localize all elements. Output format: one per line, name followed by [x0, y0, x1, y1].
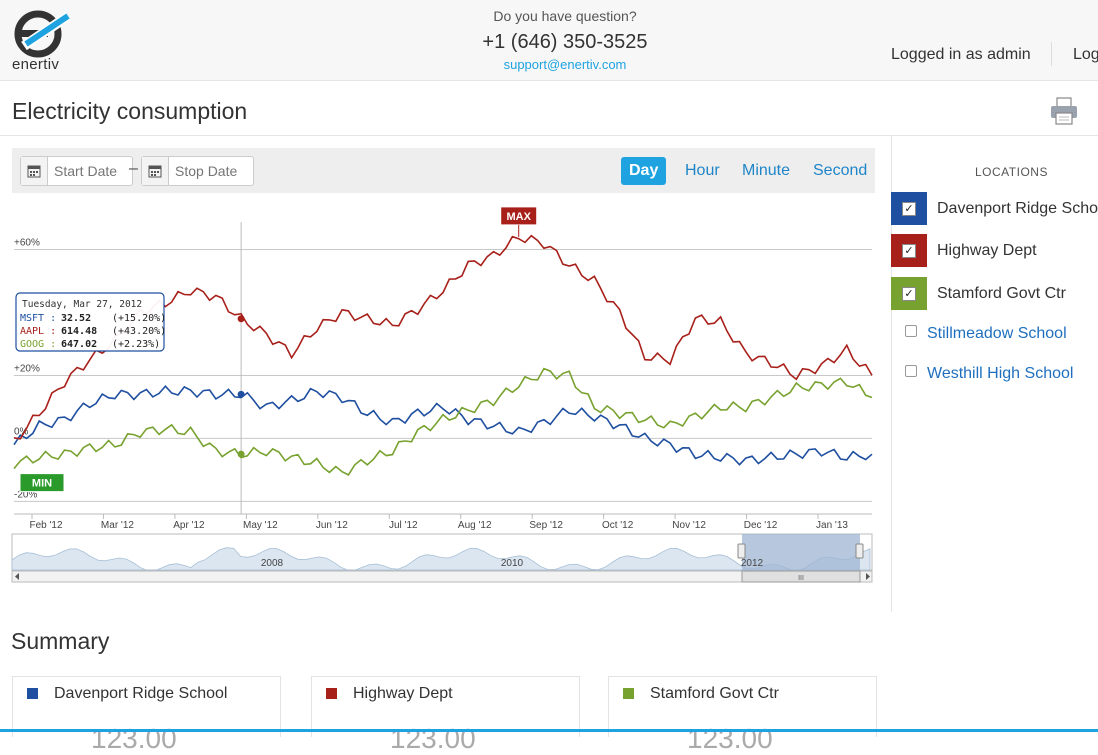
legend-square-icon: [27, 688, 38, 699]
min-flag-label: MIN: [32, 478, 52, 490]
location-stillmeadow-school[interactable]: Stillmeadow School: [905, 325, 1067, 343]
tooltip-series-value: 32.52: [61, 313, 91, 324]
location-highway-dept[interactable]: ✓ Highway Dept: [891, 234, 1098, 267]
x-tick-label: May '12: [243, 520, 278, 531]
x-tick-label: Oct '12: [602, 520, 634, 531]
checkbox-unchecked-icon[interactable]: [905, 365, 917, 377]
checkbox-checked-icon[interactable]: ✓: [902, 243, 916, 258]
x-tick-label: Nov '12: [672, 520, 706, 531]
location-label: Davenport Ridge School: [937, 200, 1098, 217]
print-icon[interactable]: [1049, 96, 1079, 126]
summary-card-name: Highway Dept: [353, 685, 453, 702]
checkbox-checked-icon[interactable]: ✓: [902, 286, 916, 301]
tooltip-series-name: MSFT :: [20, 313, 56, 324]
tooltip-date: Tuesday, Mar 27, 2012: [22, 299, 142, 310]
location-label: Highway Dept: [937, 242, 1037, 259]
support-email-link[interactable]: support@enertiv.com: [440, 57, 690, 72]
stop-date-picker[interactable]: [141, 156, 254, 186]
location-westhill-high-school[interactable]: Westhill High School: [905, 365, 1073, 383]
x-tick-label: Jun '12: [316, 520, 348, 531]
x-tick-label: Jul '12: [389, 520, 418, 531]
tab-hour[interactable]: Hour: [677, 157, 728, 185]
tab-day[interactable]: Day: [621, 157, 667, 185]
title-divider: [0, 135, 1098, 136]
series-hover-marker: [237, 315, 245, 323]
tooltip-series-change: (+43.20%): [112, 326, 166, 337]
support-phone[interactable]: +1 (646) 350-3525: [440, 31, 690, 54]
max-flag-label: MAX: [506, 211, 531, 223]
calendar-icon[interactable]: [21, 157, 48, 185]
legend-square-icon: [326, 688, 337, 699]
tooltip-series-name: AAPL :: [20, 326, 56, 337]
tooltip-series-name: GOOG :: [20, 339, 56, 350]
page-title: Electricity consumption: [12, 98, 248, 124]
date-range-dash: –: [129, 160, 138, 177]
navigator-year-label: 2008: [261, 558, 284, 569]
support-question: Do you have question?: [493, 8, 637, 24]
logged-in-user: Logged in as admin: [891, 46, 1031, 63]
summary-card-value: 123.00: [687, 723, 773, 754]
start-date-input[interactable]: [48, 157, 132, 185]
start-date-picker[interactable]: [20, 156, 133, 186]
support-info: Do you have question? +1 (646) 350-3525 …: [440, 8, 690, 72]
tooltip-series-value: 614.48: [61, 326, 97, 337]
y-tick-label: +60%: [14, 237, 40, 248]
summary-card-name: Davenport Ridge School: [54, 685, 228, 702]
location-davenport-ridge-school[interactable]: ✓ Davenport Ridge School: [891, 192, 1098, 225]
location-label[interactable]: Stillmeadow School: [927, 325, 1067, 342]
summary-card-value: 123.00: [91, 723, 177, 754]
tooltip-series-change: (+15.20%): [112, 313, 166, 324]
x-tick-label: Jan '13: [816, 520, 848, 531]
logo-text: enertiv: [12, 56, 60, 73]
navigator-handle[interactable]: [737, 543, 746, 559]
checkbox-unchecked-icon[interactable]: [905, 325, 917, 337]
x-tick-label: Apr '12: [173, 520, 205, 531]
locations-heading: LOCATIONS: [975, 165, 1048, 179]
summary-card-highway: Highway Dept 123.00: [311, 676, 580, 754]
y-tick-label: +20%: [14, 363, 40, 374]
scrollbar-grip-icon: III: [798, 575, 804, 582]
navigator-handle[interactable]: [855, 543, 864, 559]
location-color-swatch[interactable]: ✓: [891, 192, 927, 225]
app-header: enertiv Do you have question? +1 (646) 3…: [0, 0, 1098, 81]
series-line-msft[interactable]: [13, 385, 873, 466]
x-tick-label: Mar '12: [101, 520, 134, 531]
checkbox-checked-icon[interactable]: ✓: [902, 201, 916, 216]
tooltip-series-change: (+2.23%): [112, 339, 160, 350]
tab-second[interactable]: Second: [805, 157, 875, 185]
summary-card-stamford: Stamford Govt Ctr 123.00: [608, 676, 877, 754]
tab-minute[interactable]: Minute: [734, 157, 798, 185]
series-hover-marker: [237, 390, 245, 398]
calendar-icon[interactable]: [142, 157, 169, 185]
location-label: Stamford Govt Ctr: [937, 285, 1066, 302]
summary-card-name: Stamford Govt Ctr: [650, 685, 779, 702]
x-tick-label: Sep '12: [529, 520, 563, 531]
location-color-swatch[interactable]: ✓: [891, 277, 927, 310]
summary-card-davenport: Davenport Ridge School 123.00: [12, 676, 281, 754]
x-tick-label: Aug '12: [458, 520, 492, 531]
stop-date-input[interactable]: [169, 157, 253, 185]
x-tick-label: Dec '12: [744, 520, 778, 531]
summary-card-value: 123.00: [390, 723, 476, 754]
location-color-swatch[interactable]: ✓: [891, 234, 927, 267]
navigator-year-label: 2012: [741, 558, 764, 569]
location-stamford-govt-ctr[interactable]: ✓ Stamford Govt Ctr: [891, 277, 1098, 310]
x-tick-label: Feb '12: [29, 520, 62, 531]
navigator-year-label: 2010: [501, 558, 524, 569]
series-hover-marker: [237, 450, 245, 458]
summary-title: Summary: [11, 628, 110, 654]
consumption-chart[interactable]: +60%+20%0%-20%Feb '12 Mar '12 Apr '12 May '…: [10, 196, 876, 588]
legend-square-icon: [623, 688, 634, 699]
header-divider: [1051, 42, 1052, 66]
tooltip-series-value: 647.02: [61, 339, 97, 350]
logout-link[interactable]: Logout: [1073, 46, 1098, 64]
chart-toolbar: – Day Hour Minute Second: [12, 148, 875, 193]
series-line-goog[interactable]: [13, 367, 873, 476]
location-label[interactable]: Westhill High School: [927, 365, 1073, 382]
